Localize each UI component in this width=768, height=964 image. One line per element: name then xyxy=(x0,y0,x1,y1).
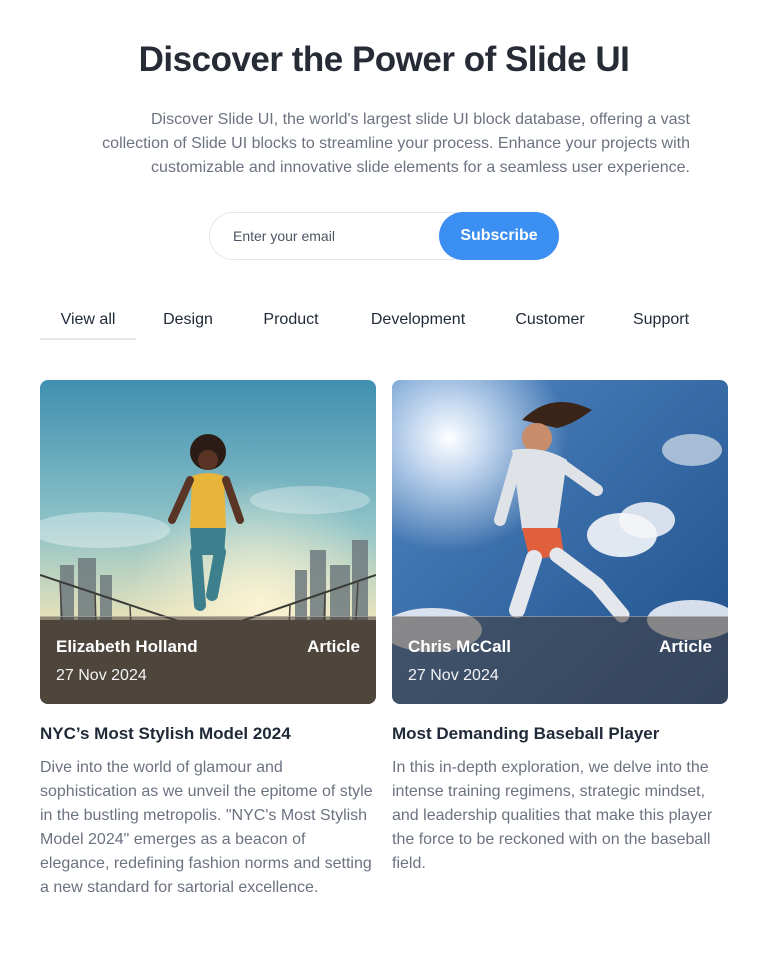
tab-design[interactable]: Design xyxy=(148,300,228,340)
subscribe-button[interactable]: Subscribe xyxy=(439,212,559,260)
card-description: In this in-depth exploration, we delve i… xyxy=(392,759,713,872)
card-title[interactable]: NYC’s Most Stylish Model 2024 xyxy=(40,724,376,744)
card-image[interactable]: Chris McCall Article 27 Nov 2024 xyxy=(392,380,728,704)
author-name: Elizabeth Holland xyxy=(56,637,198,656)
card-overlay: Elizabeth Holland Article 27 Nov 2024 xyxy=(40,616,376,704)
tab-development[interactable]: Development xyxy=(360,300,476,340)
card-image[interactable]: Elizabeth Holland Article 27 Nov 2024 xyxy=(40,380,376,704)
article-card[interactable]: Elizabeth Holland Article 27 Nov 2024 NY… xyxy=(40,380,376,900)
category-tabs: View all Design Product Development Cust… xyxy=(40,300,728,340)
content-type-label: Article xyxy=(659,637,712,656)
page-title: Discover the Power of Slide UI xyxy=(138,40,630,79)
email-input[interactable] xyxy=(210,213,440,259)
article-card[interactable]: Chris McCall Article 27 Nov 2024 Most De… xyxy=(392,380,728,876)
tab-support[interactable]: Support xyxy=(622,300,700,340)
subscribe-form: Subscribe xyxy=(209,212,559,260)
publish-date: 27 Nov 2024 xyxy=(408,667,499,684)
tab-view-all[interactable]: View all xyxy=(40,300,136,340)
card-description: Dive into the world of glamour and sophi… xyxy=(40,759,373,896)
blog-page: Discover the Power of Slide UI Discover … xyxy=(0,0,768,964)
tab-customer[interactable]: Customer xyxy=(506,300,594,340)
card-overlay: Chris McCall Article 27 Nov 2024 xyxy=(392,616,728,704)
publish-date: 27 Nov 2024 xyxy=(56,667,147,684)
card-title[interactable]: Most Demanding Baseball Player xyxy=(392,724,728,744)
page-subtitle: Discover Slide UI, the world's largest s… xyxy=(102,111,690,176)
author-name: Chris McCall xyxy=(408,637,511,656)
content-type-label: Article xyxy=(307,637,360,656)
tab-product[interactable]: Product xyxy=(250,300,332,340)
